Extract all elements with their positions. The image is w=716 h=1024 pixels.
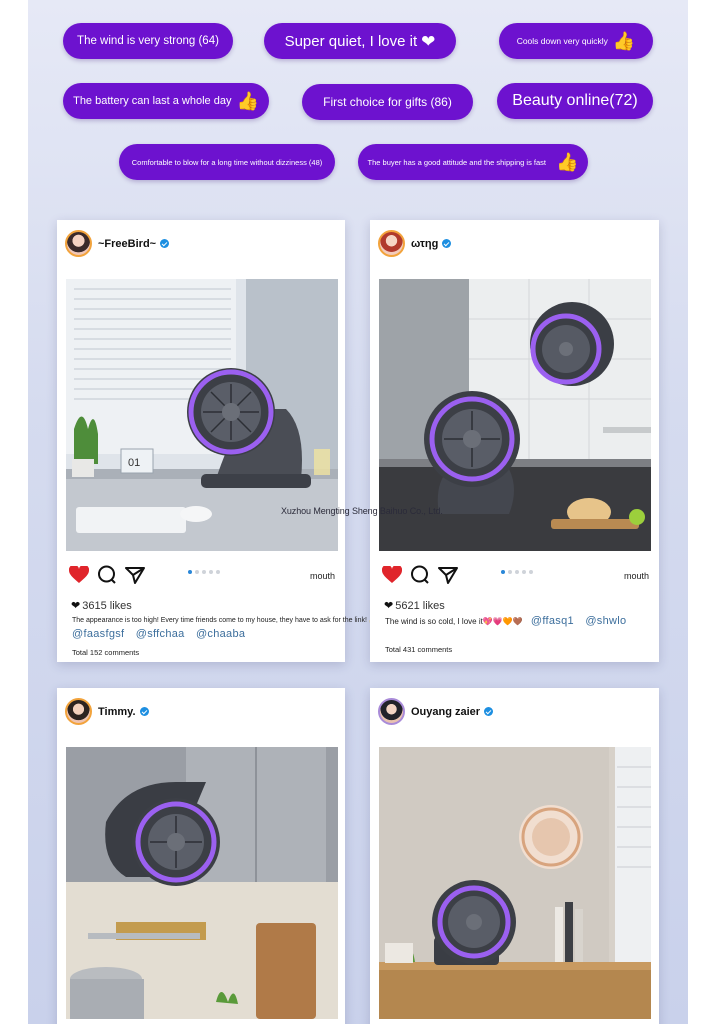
avatar[interactable] (378, 698, 405, 725)
caption-text: The wind is so cold, I love it💖💗🧡🤎 (385, 617, 523, 626)
heart-icon: ❤ (384, 600, 394, 612)
mention-link[interactable]: @shwlo (585, 615, 626, 627)
username[interactable]: ~FreeBird~ (98, 238, 156, 250)
likes-count: ❤ 5621 likes (384, 599, 445, 613)
tag-label: Comfortable to blow for a long time with… (131, 157, 323, 167)
tag-label: The wind is very strong (64) (77, 35, 219, 47)
post-caption: The appearance is too high! Every time f… (72, 617, 378, 624)
mention-link[interactable]: @chaaba (196, 628, 245, 640)
comment-total[interactable]: Total 152 comments (72, 648, 139, 657)
mention-link[interactable]: @sffchaa (136, 628, 185, 640)
avatar[interactable] (378, 230, 405, 257)
fan-wall-mounted-image (66, 747, 338, 1019)
likes-text: 3615 likes (82, 599, 132, 612)
thumbs-up-icon: 👍 (236, 91, 259, 111)
tag-label: The battery can last a whole day (73, 95, 232, 107)
post-actions (382, 565, 458, 584)
mentions: @faasfgsf @sffchaa @chaaba (72, 628, 253, 640)
verified-badge-icon (442, 239, 452, 248)
comment-icon[interactable] (97, 565, 117, 584)
thumbs-up-icon: 👍 (556, 152, 579, 172)
post-menu-label[interactable]: mouth (310, 571, 335, 581)
post-photo[interactable] (66, 747, 338, 1019)
share-icon[interactable] (438, 566, 458, 584)
post-caption: The wind is so cold, I love it💖💗🧡🤎 @ffas… (385, 615, 634, 627)
heart-icon: ❤ (421, 31, 436, 51)
heart-icon: ❤ (71, 600, 81, 612)
carousel-dots (188, 570, 220, 574)
avatar[interactable] (65, 698, 92, 725)
review-tag[interactable]: First choice for gifts (86) (302, 84, 473, 120)
post-menu-label[interactable]: mouth (624, 571, 649, 581)
share-icon[interactable] (125, 566, 145, 584)
thumbs-up-icon: 👍 (612, 31, 636, 51)
carousel-dots (501, 570, 533, 574)
post-photo[interactable] (379, 747, 651, 1019)
review-tag[interactable]: The battery can last a whole day 👍 (63, 83, 269, 119)
tag-label: Beauty online(72) (512, 92, 638, 109)
verified-badge-icon (484, 707, 494, 716)
review-post-card: ~FreeBird~ 01 mouth ❤ 3615 likes The app… (57, 220, 378, 662)
likes-count: ❤ 3615 likes (71, 599, 132, 613)
post-header: Timmy. (65, 698, 149, 725)
review-tag[interactable]: The buyer has a good attitude and the sh… (358, 144, 588, 180)
verified-badge-icon (160, 239, 170, 248)
username[interactable]: Timmy. (98, 706, 136, 718)
watermark-text: Xuzhou Mengting Sheng Baihuo Co., Ltd. (281, 506, 443, 516)
mention-link[interactable]: @faasfgsf (72, 628, 124, 640)
post-header: ωτηg (378, 230, 452, 257)
product-review-panel: The wind is very strong (64) Super quiet… (28, 0, 688, 1024)
likes-text: 5621 likes (395, 599, 445, 612)
like-heart-icon[interactable] (382, 565, 402, 584)
comment-icon[interactable] (410, 565, 430, 584)
review-tag[interactable]: Comfortable to blow for a long time with… (119, 144, 335, 180)
verified-badge-icon (139, 707, 149, 716)
tag-label: The buyer has a good attitude and the sh… (367, 157, 547, 167)
tag-label: Cools down very quickly (516, 36, 608, 46)
fans-in-room-image (379, 747, 651, 1019)
mentions: @ffasq1 @shwlo (531, 615, 635, 627)
username[interactable]: ωτηg (411, 238, 438, 250)
avatar[interactable] (65, 230, 92, 257)
tag-label: Super quiet, I love it (284, 32, 418, 50)
post-header: Ouyang zaier (378, 698, 494, 725)
review-tag[interactable]: Beauty online(72) (497, 83, 653, 119)
comment-total[interactable]: Total 431 comments (385, 645, 452, 654)
like-heart-icon[interactable] (69, 565, 89, 584)
review-tag[interactable]: Cools down very quickly 👍 (499, 23, 653, 59)
svg-text:01: 01 (128, 457, 140, 469)
tag-label: First choice for gifts (86) (323, 95, 452, 109)
mention-link[interactable]: @ffasq1 (531, 615, 574, 627)
review-tag[interactable]: Super quiet, I love it ❤ (264, 23, 456, 59)
post-actions (69, 565, 145, 584)
review-tag[interactable]: The wind is very strong (64) (63, 23, 233, 59)
username[interactable]: Ouyang zaier (411, 706, 480, 718)
review-post-card: Timmy. (57, 688, 345, 1024)
review-post-card: ωτηg mouth ❤ 5621 likes The wind is so c… (370, 220, 659, 662)
post-header: ~FreeBird~ (65, 230, 170, 257)
review-post-card: Ouyang zaier (370, 688, 659, 1024)
